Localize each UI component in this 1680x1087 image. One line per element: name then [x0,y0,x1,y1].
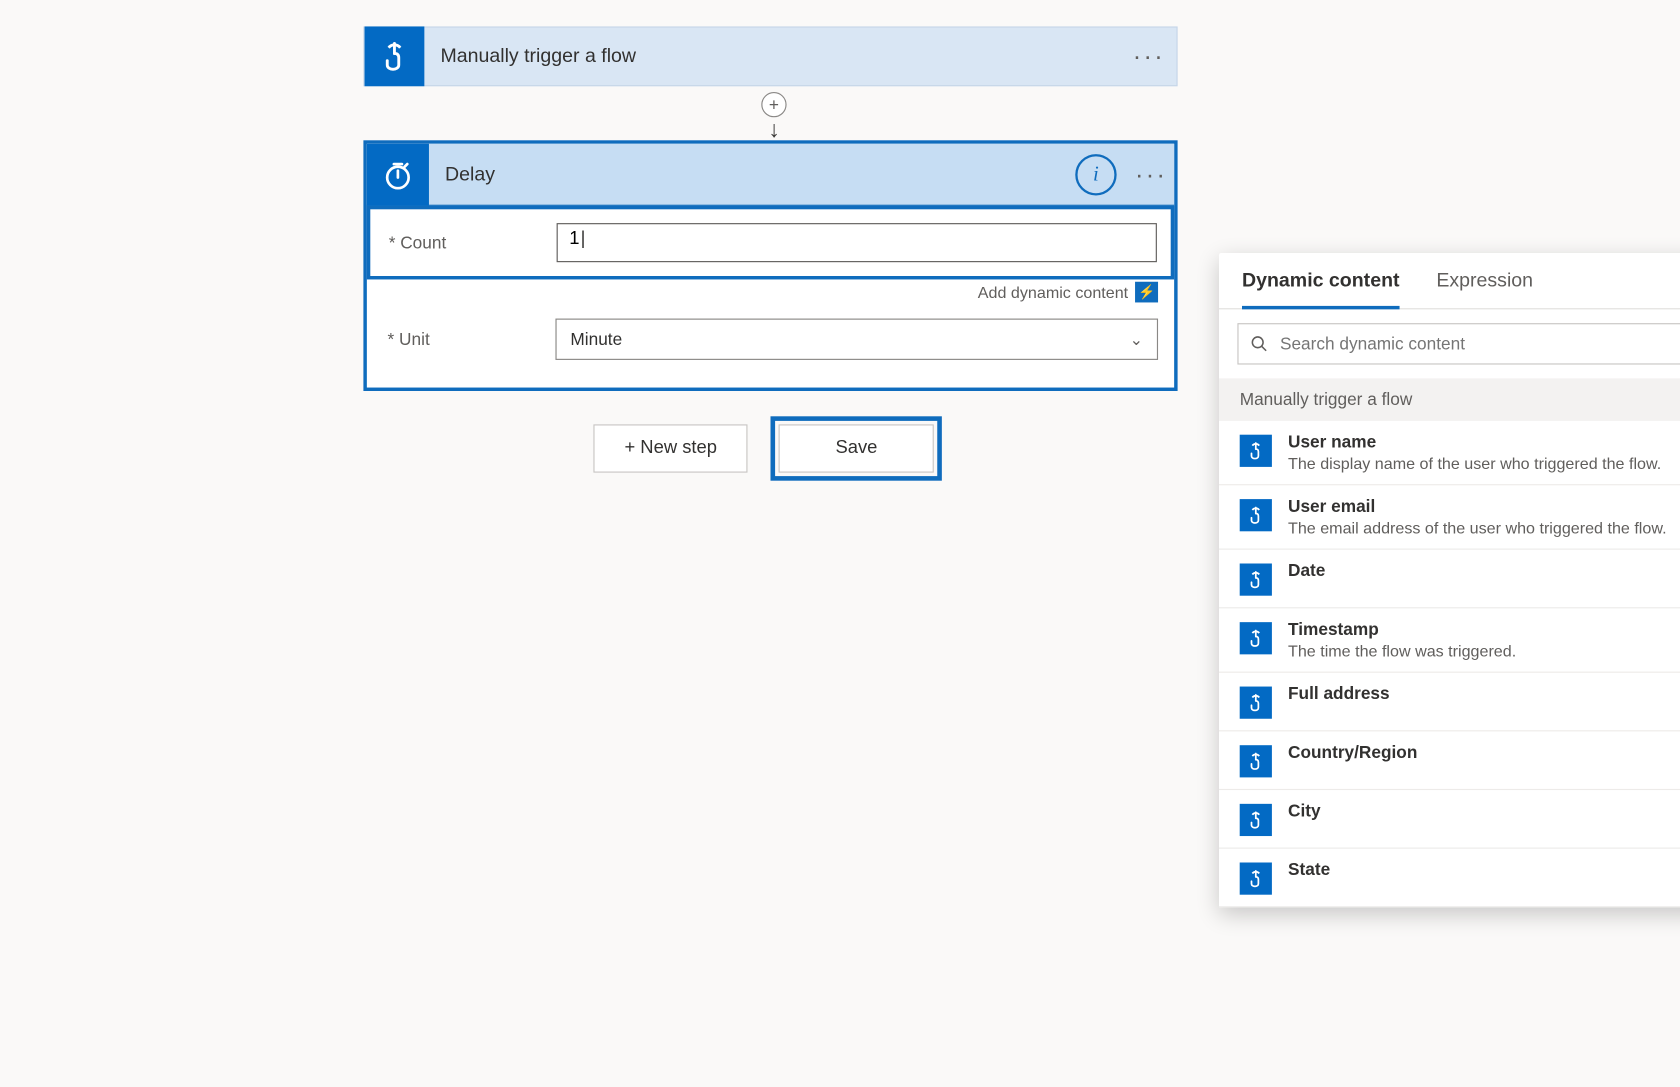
count-field-block: * Count 1 [367,206,1174,280]
trigger-title: Manually trigger a flow [424,45,1121,68]
save-button[interactable]: Save [779,424,934,472]
delay-info-button[interactable]: i [1075,154,1116,195]
count-label: * Count [384,233,556,253]
dynamic-item-name: City [1288,802,1321,822]
dynamic-item-name: State [1288,860,1330,880]
manual-trigger-icon [1240,687,1272,719]
manual-trigger-icon [1240,863,1272,895]
dynamic-content-item[interactable]: City [1219,790,1680,849]
dynamic-item-desc: The display name of the user who trigger… [1288,454,1661,472]
manual-trigger-icon [1240,435,1272,467]
add-step-inline-button[interactable]: + [761,92,786,117]
delay-action-card: Delay i ··· * Count 1 Add dynamic conten… [363,140,1177,391]
dynamic-item-name: Date [1288,561,1325,581]
dynamic-content-item[interactable]: User name The display name of the user w… [1219,421,1680,485]
new-step-button[interactable]: + New step [593,424,748,472]
dynamic-item-name: Full address [1288,684,1390,704]
connector-arrow: + ↓ [759,86,789,141]
dynamic-items-list: User name The display name of the user w… [1219,421,1680,907]
dynamic-content-item[interactable]: Timestamp The time the flow was triggere… [1219,608,1680,672]
dynamic-item-desc: The email address of the user who trigge… [1288,519,1667,537]
search-icon [1250,335,1268,353]
count-input[interactable]: 1 [557,223,1157,262]
dynamic-item-name: User name [1288,432,1661,452]
delay-title: Delay [429,163,1075,186]
unit-select-value: Minute [570,329,622,349]
manual-trigger-icon [1240,745,1272,777]
trigger-card[interactable]: Manually trigger a flow ··· [363,26,1177,86]
dynamic-content-panel: Dynamic content Expression Manually trig… [1219,253,1680,907]
add-dynamic-content-link[interactable]: Add dynamic content [978,283,1128,301]
dynamic-content-item[interactable]: Date [1219,550,1680,609]
chevron-down-icon: ⌄ [1130,329,1143,349]
manual-trigger-icon [1240,804,1272,836]
manual-trigger-icon [1240,499,1272,531]
delay-header[interactable]: Delay i ··· [367,144,1174,206]
manual-trigger-icon [1240,622,1272,654]
unit-field-block: * Unit Minute ⌄ [367,302,1174,387]
trigger-more-menu[interactable]: ··· [1121,29,1176,84]
unit-select[interactable]: Minute ⌄ [555,319,1158,360]
dynamic-item-name: Country/Region [1288,743,1417,763]
button-row: + New step Save [593,416,941,480]
manual-trigger-icon [365,26,425,86]
dynamic-item-desc: The time the flow was triggered. [1288,642,1516,660]
dynamic-content-item[interactable]: Full address [1219,673,1680,732]
manual-trigger-icon [1240,564,1272,596]
dynamic-content-item[interactable]: Country/Region [1219,731,1680,790]
tab-dynamic-content[interactable]: Dynamic content [1242,269,1400,309]
dynamic-section-header: Manually trigger a flow [1219,378,1680,421]
dynamic-content-item[interactable]: User email The email address of the user… [1219,485,1680,549]
delay-more-menu[interactable]: ··· [1128,159,1174,189]
dynamic-content-item[interactable]: State [1219,849,1680,908]
tab-expression[interactable]: Expression [1436,269,1533,308]
dynamic-item-name: Timestamp [1288,620,1516,640]
delay-stopwatch-icon [367,143,429,205]
save-button-highlight: Save [771,416,942,480]
arrow-down-icon: ↓ [768,122,780,138]
dynamic-search-input[interactable] [1237,323,1680,364]
dynamic-content-badge-icon[interactable]: ⚡ [1135,282,1158,303]
dynamic-item-name: User email [1288,497,1667,517]
dynamic-search-field[interactable] [1280,334,1680,354]
unit-label: * Unit [383,329,556,349]
